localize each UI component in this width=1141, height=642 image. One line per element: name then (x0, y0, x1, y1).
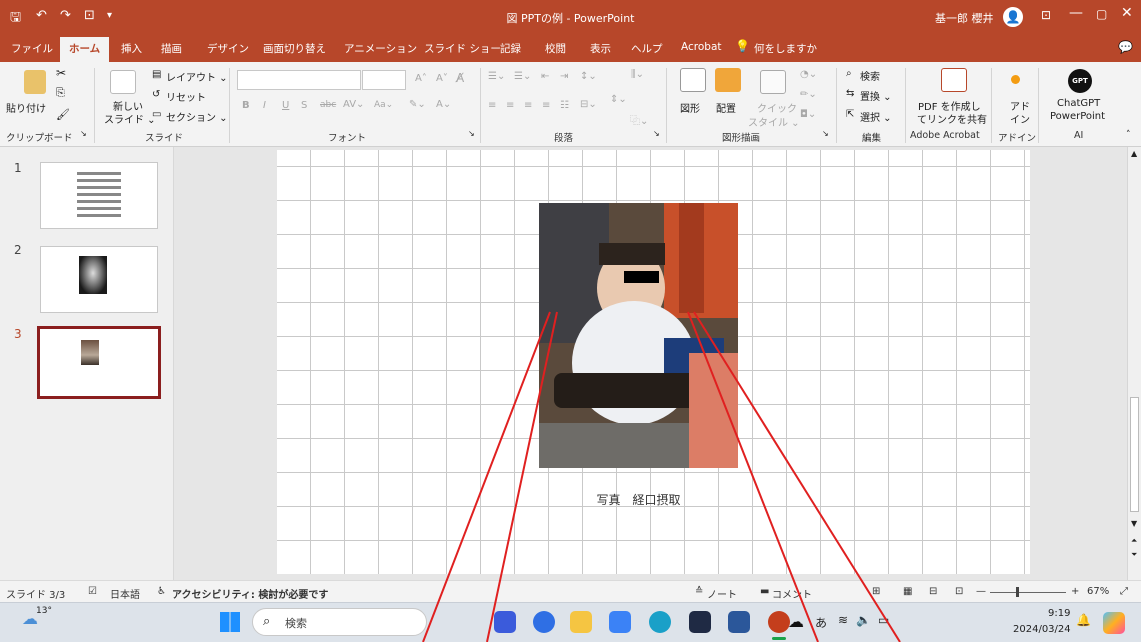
annotation-line-3 (687, 311, 819, 642)
annotation-line-2 (486, 311, 558, 642)
annotation-line-4 (693, 311, 901, 642)
annotation-lines (422, 311, 901, 642)
annotation-line-1 (422, 311, 551, 642)
